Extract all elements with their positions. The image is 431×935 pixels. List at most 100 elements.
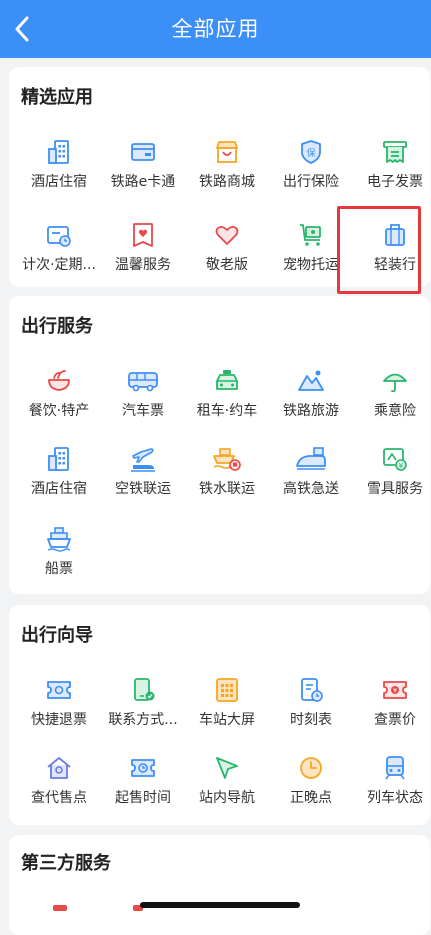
highlight-box — [337, 206, 421, 294]
section-title-featured: 精选应用 — [21, 87, 93, 108]
card-icon — [131, 143, 155, 161]
app-count-periodic-ticket[interactable]: 计次·定期... — [17, 222, 101, 294]
app-on-time-delay[interactable]: 正晚点 — [269, 755, 353, 827]
food-bowl-icon — [48, 370, 70, 391]
hotel-icon — [48, 140, 69, 164]
app-station-screen[interactable]: 车站大屏 — [185, 677, 269, 749]
app-train-status[interactable]: 列车状态 — [353, 755, 431, 827]
app-high-speed-express[interactable]: 高铁急送 — [269, 446, 353, 518]
app-label: 乘意险 — [374, 403, 416, 419]
app-railway-tourism[interactable]: 铁路旅游 — [269, 368, 353, 440]
app-label: 车站大屏 — [199, 712, 255, 728]
app-hotel-2[interactable]: 酒店住宿 — [17, 446, 101, 518]
price-icon: ¥ — [383, 681, 407, 699]
bus-icon — [128, 372, 158, 392]
app-label: 酒店住宿 — [31, 481, 87, 497]
app-label: 铁路旅游 — [283, 403, 339, 419]
app-label: 船票 — [45, 561, 73, 577]
refund-ticket-icon — [47, 681, 71, 699]
mountain-icon — [298, 370, 324, 391]
app-railway-mall[interactable]: 铁路商城 — [185, 139, 269, 211]
featured-apps-card: 精选应用 酒店住宿 铁路e卡通 铁路商城 保 出行保险 电子发票 计次·定期..… — [9, 67, 431, 294]
section-title-travel-guide: 出行向导 — [21, 625, 93, 646]
app-label: 起售时间 — [115, 790, 171, 806]
app-ticket-price[interactable]: ¥ 查票价 — [353, 677, 431, 749]
home-indicator — [140, 902, 300, 908]
app-label: 铁路e卡通 — [110, 174, 176, 190]
pet-cart-icon — [300, 224, 321, 246]
app-label: 租车·约车 — [196, 403, 258, 419]
app-label: 雪具服务 — [367, 481, 423, 497]
app-sales-agencies[interactable]: 查代售点 — [17, 755, 101, 827]
phone-contact-icon — [134, 678, 155, 701]
app-label: 酒店住宿 — [31, 174, 87, 190]
travel-services-card: 出行服务 餐饮·特产 汽车票 租车·约车 铁路旅游 乘意险 酒店住宿 空铁联运 … — [9, 296, 430, 594]
travel-guide-card: 出行向导 快捷退票 联系方式... 车站大屏 时刻表 ¥ 查票价 查代售点 起售… — [9, 605, 430, 825]
app-label: 餐饮·特产 — [28, 403, 90, 419]
insurance-icon: 保 — [301, 140, 321, 164]
navigation-arrow-icon — [216, 757, 238, 779]
app-quick-refund[interactable]: 快捷退票 — [17, 677, 101, 749]
app-label: 查票价 — [374, 712, 416, 728]
app-label: 时刻表 — [290, 712, 332, 728]
plane-train-icon — [131, 448, 155, 472]
heart-service-icon — [133, 223, 153, 247]
station-screen-icon — [216, 678, 238, 702]
app-label: 出行保险 — [283, 174, 339, 190]
app-label: 查代售点 — [31, 790, 87, 806]
app-label: 铁水联运 — [199, 481, 255, 497]
store-icon — [216, 141, 238, 163]
section-title-third-party: 第三方服务 — [21, 853, 111, 874]
umbrella-icon — [383, 373, 407, 393]
app-rail-water-transport[interactable]: 铁水联运 — [185, 446, 269, 518]
app-hotel[interactable]: 酒店住宿 — [17, 139, 101, 211]
app-label: 站内导航 — [199, 790, 255, 806]
svg-text:¥: ¥ — [393, 688, 397, 695]
ski-service-icon: ¥ — [383, 448, 407, 471]
app-contact-info[interactable]: 联系方式... — [101, 677, 185, 749]
ship-icon — [47, 527, 71, 552]
app-label: 汽车票 — [122, 403, 164, 419]
app-label: 正晚点 — [290, 790, 332, 806]
app-ski-service[interactable]: ¥ 雪具服务 — [353, 446, 431, 518]
app-food-specialty[interactable]: 餐饮·特产 — [17, 368, 101, 440]
app-e-invoice[interactable]: 电子发票 — [353, 139, 431, 211]
svg-text:保: 保 — [306, 147, 315, 159]
heart-icon — [215, 225, 239, 245]
app-station-navigation[interactable]: 站内导航 — [185, 755, 269, 827]
express-train-icon — [296, 447, 326, 470]
app-travel-accident-insurance[interactable]: 乘意险 — [353, 368, 431, 440]
app-label: 联系方式... — [108, 712, 178, 728]
app-sale-start-time[interactable]: 起售时间 — [101, 755, 185, 827]
app-header: 全部应用 — [0, 0, 431, 58]
app-label: 电子发票 — [367, 174, 423, 190]
agency-home-icon — [47, 757, 71, 779]
app-label: 快捷退票 — [31, 712, 87, 728]
app-label: 计次·定期... — [22, 257, 96, 273]
app-label: 敬老版 — [206, 257, 248, 273]
hotel-icon — [48, 447, 69, 471]
app-label: 温馨服务 — [115, 257, 171, 273]
app-label: 空铁联运 — [115, 481, 171, 497]
app-air-rail-transport[interactable]: 空铁联运 — [101, 446, 185, 518]
app-bus-ticket[interactable]: 汽车票 — [101, 368, 185, 440]
app-label: 高铁急送 — [283, 481, 339, 497]
app-car-rental[interactable]: 租车·约车 — [185, 368, 269, 440]
app-warm-service[interactable]: 温馨服务 — [101, 222, 185, 294]
app-ship-ticket[interactable]: 船票 — [17, 526, 101, 598]
timetable-icon — [301, 678, 323, 702]
app-railway-ecard[interactable]: 铁路e卡通 — [101, 139, 185, 211]
third-party-card: 第三方服务 — [9, 835, 430, 935]
app-elderly-mode[interactable]: 敬老版 — [185, 222, 269, 294]
sale-time-icon — [131, 759, 155, 777]
taxi-icon — [216, 370, 238, 390]
app-travel-insurance[interactable]: 保 出行保险 — [269, 139, 353, 211]
app-label: 列车状态 — [367, 790, 423, 806]
partial-app-icon — [53, 905, 67, 911]
ticket-calendar-icon — [47, 226, 71, 247]
svg-text:¥: ¥ — [399, 462, 404, 470]
ship-train-icon — [213, 448, 241, 471]
clock-icon — [300, 757, 322, 779]
train-status-icon — [385, 756, 405, 780]
app-timetable[interactable]: 时刻表 — [269, 677, 353, 749]
